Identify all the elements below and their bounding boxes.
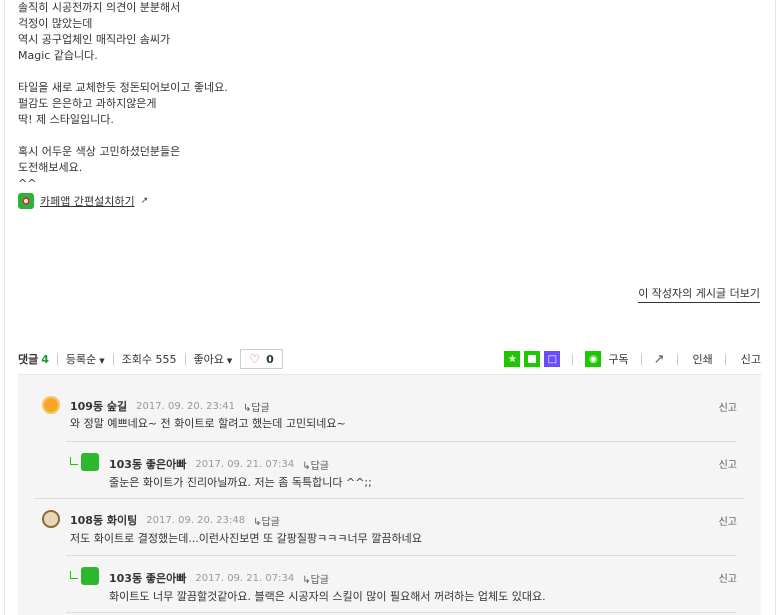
divider	[56, 353, 58, 365]
reply-button[interactable]: ↳답글	[253, 513, 280, 528]
avatar[interactable]	[42, 396, 60, 414]
post-line: 걱정이 많았는데	[18, 17, 93, 30]
reply-label: 답글	[310, 574, 329, 586]
comment-date: 2017. 09. 20. 23:48	[146, 514, 246, 526]
likes-label: 좋아요	[193, 353, 224, 366]
comments-number: 4	[41, 353, 49, 366]
cafe-app-install-label[interactable]: 카페앱 간편설치하기	[40, 193, 135, 209]
comment-author[interactable]: 108동 화이팅	[70, 512, 137, 528]
comment-author[interactable]: 109동 숲길	[70, 398, 127, 414]
post-line-blank	[18, 128, 618, 144]
comment-text: 저도 화이트로 결정했는데...이런사진보면 또 갈팡질팡ㅋㅋㅋ너무 깔끔하네요	[70, 532, 422, 545]
heart-icon: ♡	[249, 352, 261, 366]
reply-indent-icon	[70, 571, 78, 579]
reply-button[interactable]: ↳답글	[302, 457, 329, 472]
post-line: 혹시 어두운 색상 고민하셨던분들은	[18, 145, 181, 158]
comment-divider	[66, 612, 736, 613]
post-line: 솔직히 시공전까지 의견이 분분해서	[18, 1, 181, 14]
post-body: 솔직히 시공전까지 의견이 분분해서 걱정이 많았는데 역시 공구업체인 매직라…	[18, 0, 618, 192]
reply-label: 답글	[251, 402, 270, 414]
post-line: 역시 공구업체인 매직라인 솜씨가	[18, 33, 171, 46]
more-posts-by-author-link[interactable]: 이 작성자의 게시글 더보기	[638, 286, 760, 303]
reply-label: 답글	[261, 516, 280, 528]
star-icon[interactable]: ★	[504, 351, 521, 367]
reply-button[interactable]: ↳답글	[243, 399, 270, 414]
chevron-down-icon: ▼	[226, 357, 233, 365]
toolbar-actions: ★ □ ◉ 구독 ↗ 인쇄 신고	[504, 351, 761, 367]
post-line: Magic 같습니다.	[18, 49, 98, 62]
divider	[572, 353, 574, 365]
comments-label: 댓글	[18, 353, 39, 366]
comment-report-button[interactable]: 신고	[719, 399, 737, 414]
post-line: 도전해보세요.	[18, 161, 83, 174]
reply-indent-icon	[70, 457, 78, 465]
divider	[112, 353, 114, 365]
post-line-blank	[18, 64, 618, 80]
reply-button[interactable]: ↳답글	[302, 571, 329, 586]
divider	[724, 353, 726, 365]
divider	[184, 353, 186, 365]
report-button[interactable]: 신고	[741, 351, 761, 367]
external-arrow-icon: ↗	[140, 196, 149, 206]
subscribe-button[interactable]: 구독	[608, 351, 628, 367]
post-line: ^^	[18, 177, 37, 190]
comment-date: 2017. 09. 21. 07:34	[195, 458, 295, 470]
comment-report-button[interactable]: 신고	[719, 570, 737, 585]
comment-toolbar: 댓글 4 등록순 ▼ 조회수 555 좋아요 ▼ ♡ 0 ★ □ ◉ 구독 ↗ 인쇄 …	[18, 348, 761, 370]
avatar[interactable]	[81, 567, 99, 585]
share-icon[interactable]: ↗	[654, 352, 665, 367]
comment-text: 줄눈은 화이트가 진리아닐까요. 저는 좀 독특합니다 ^^;;	[109, 476, 372, 489]
chevron-down-icon: ▼	[99, 357, 105, 365]
sort-dropdown[interactable]: 등록순 ▼	[66, 351, 105, 367]
comment-text: 와 정말 예쁘네요~ 전 화이트로 할려고 했는데 고민되네요~	[70, 417, 346, 430]
comment-divider	[34, 498, 744, 499]
cafe-app-icon	[18, 193, 34, 209]
post-line: 타일을 새로 교체한듯 정돈되어보이고 좋네요.	[18, 81, 228, 94]
views-count: 조회수 555	[121, 353, 177, 366]
comment-date: 2017. 09. 21. 07:34	[195, 572, 295, 584]
like-button[interactable]: ♡ 0	[240, 349, 283, 369]
post-line: 펄감도 은은하고 과하지않은게	[18, 97, 157, 110]
comment-author[interactable]: 103동 좋은아빠	[109, 456, 186, 472]
comments-count[interactable]: 댓글 4	[18, 351, 49, 367]
comment-divider	[66, 555, 736, 556]
comment-report-button[interactable]: 신고	[719, 513, 737, 528]
comment-author[interactable]: 103동 좋은아빠	[109, 570, 186, 586]
divider	[676, 353, 678, 365]
print-button[interactable]: 인쇄	[693, 351, 713, 367]
comment-text: 화이트도 너무 깔끔할것같아요. 블랙은 시공자의 스킬이 많이 필요해서 꺼려…	[109, 590, 546, 603]
post-line: 딱! 제 스타일입니다.	[18, 113, 114, 126]
like-count: 0	[266, 352, 274, 366]
cafe-app-install-link[interactable]: 카페앱 간편설치하기 ↗	[18, 193, 148, 209]
likes-dropdown[interactable]: 좋아요 ▼	[194, 351, 233, 367]
divider	[640, 353, 642, 365]
band-share-icon[interactable]: □	[544, 351, 561, 367]
sort-label: 등록순	[65, 353, 97, 366]
comment-divider	[66, 441, 736, 442]
comment-date: 2017. 09. 20. 23:41	[136, 400, 235, 412]
comment-list: 109동 숲길 2017. 09. 20. 23:41 ↳답글 와 정말 예쁘네…	[18, 374, 761, 615]
blog-share-icon[interactable]	[524, 351, 541, 367]
avatar[interactable]	[42, 510, 60, 528]
rss-icon[interactable]: ◉	[585, 351, 602, 367]
avatar[interactable]	[81, 453, 99, 471]
reply-label: 답글	[310, 460, 329, 472]
comment-report-button[interactable]: 신고	[719, 456, 737, 471]
